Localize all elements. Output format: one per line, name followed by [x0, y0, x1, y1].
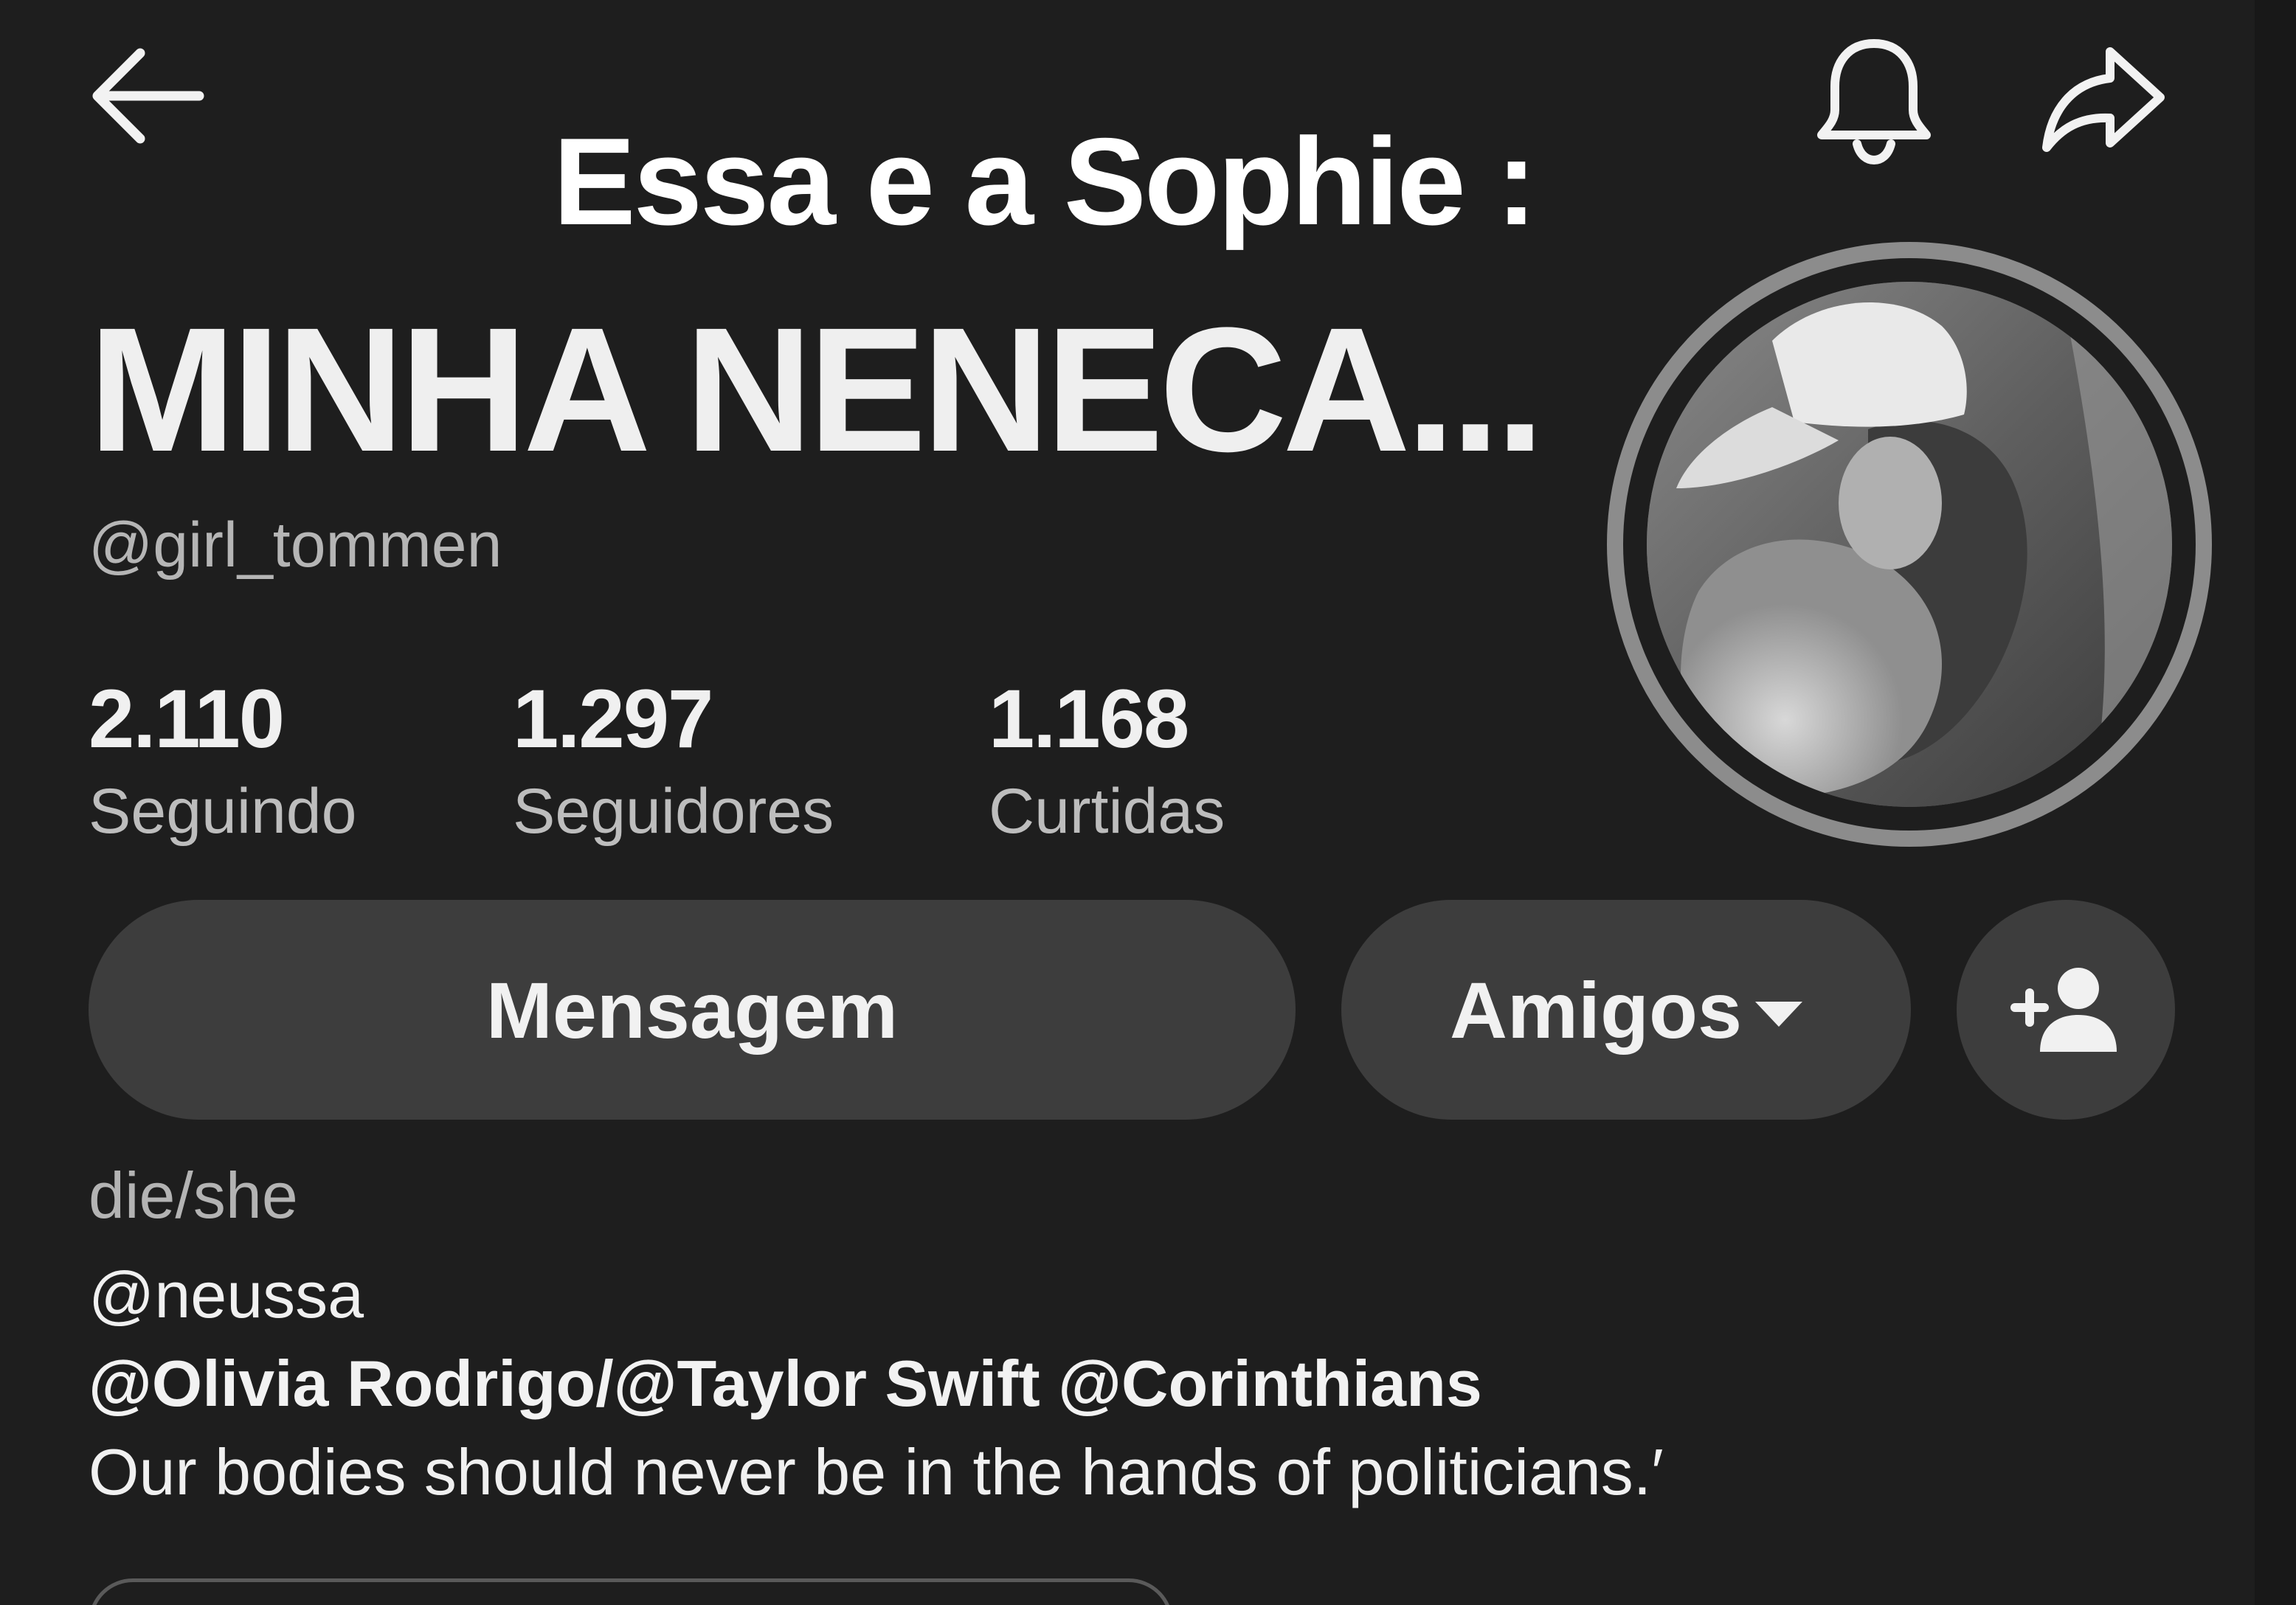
stat-followers-label: Seguidores	[513, 776, 834, 847]
stat-following[interactable]: 2.110 Seguindo	[89, 671, 356, 856]
stat-likes[interactable]: 1.168 Curtidas	[989, 671, 1225, 856]
overlay-caption: Essa e a Sophie :	[553, 112, 1538, 251]
bio-mentions-line[interactable]: @Olivia Rodrigo/@Taylor Swift @Corinthia…	[89, 1346, 1482, 1421]
stat-followers-value: 1.297	[513, 673, 713, 765]
add-friend-button[interactable]	[1957, 900, 2175, 1120]
bio-pronouns: die/she	[89, 1159, 298, 1232]
stat-following-label: Seguindo	[89, 776, 357, 847]
username: @girl_tommen	[89, 510, 502, 580]
stat-followers[interactable]: 1.297 Seguidores	[513, 671, 834, 856]
display-name: MINHA NENECA...	[89, 291, 1545, 488]
avatar-image	[1647, 282, 2172, 807]
message-button[interactable]: Mensagem	[89, 900, 1296, 1120]
caret-down-icon	[1755, 1002, 1803, 1027]
screen-edge	[2255, 0, 2296, 1605]
stat-following-value: 2.110	[89, 673, 285, 765]
friends-button-label: Amigos	[1449, 965, 1743, 1055]
message-button-label: Mensagem	[485, 965, 899, 1055]
bio-quote: Our bodies should never be in the hands …	[89, 1435, 1664, 1508]
profile-screen: Essa e a Sophie : MINHA NENECA... @girl_…	[0, 0, 2296, 1605]
bio-link-pill[interactable]	[89, 1578, 1173, 1605]
stat-likes-value: 1.168	[989, 673, 1189, 765]
avatar[interactable]	[1647, 282, 2172, 807]
bio-mention[interactable]: @neussa	[89, 1258, 364, 1333]
friends-dropdown-button[interactable]: Amigos	[1341, 900, 1911, 1120]
add-user-icon	[2010, 968, 2117, 1052]
stat-likes-label: Curtidas	[989, 776, 1225, 847]
